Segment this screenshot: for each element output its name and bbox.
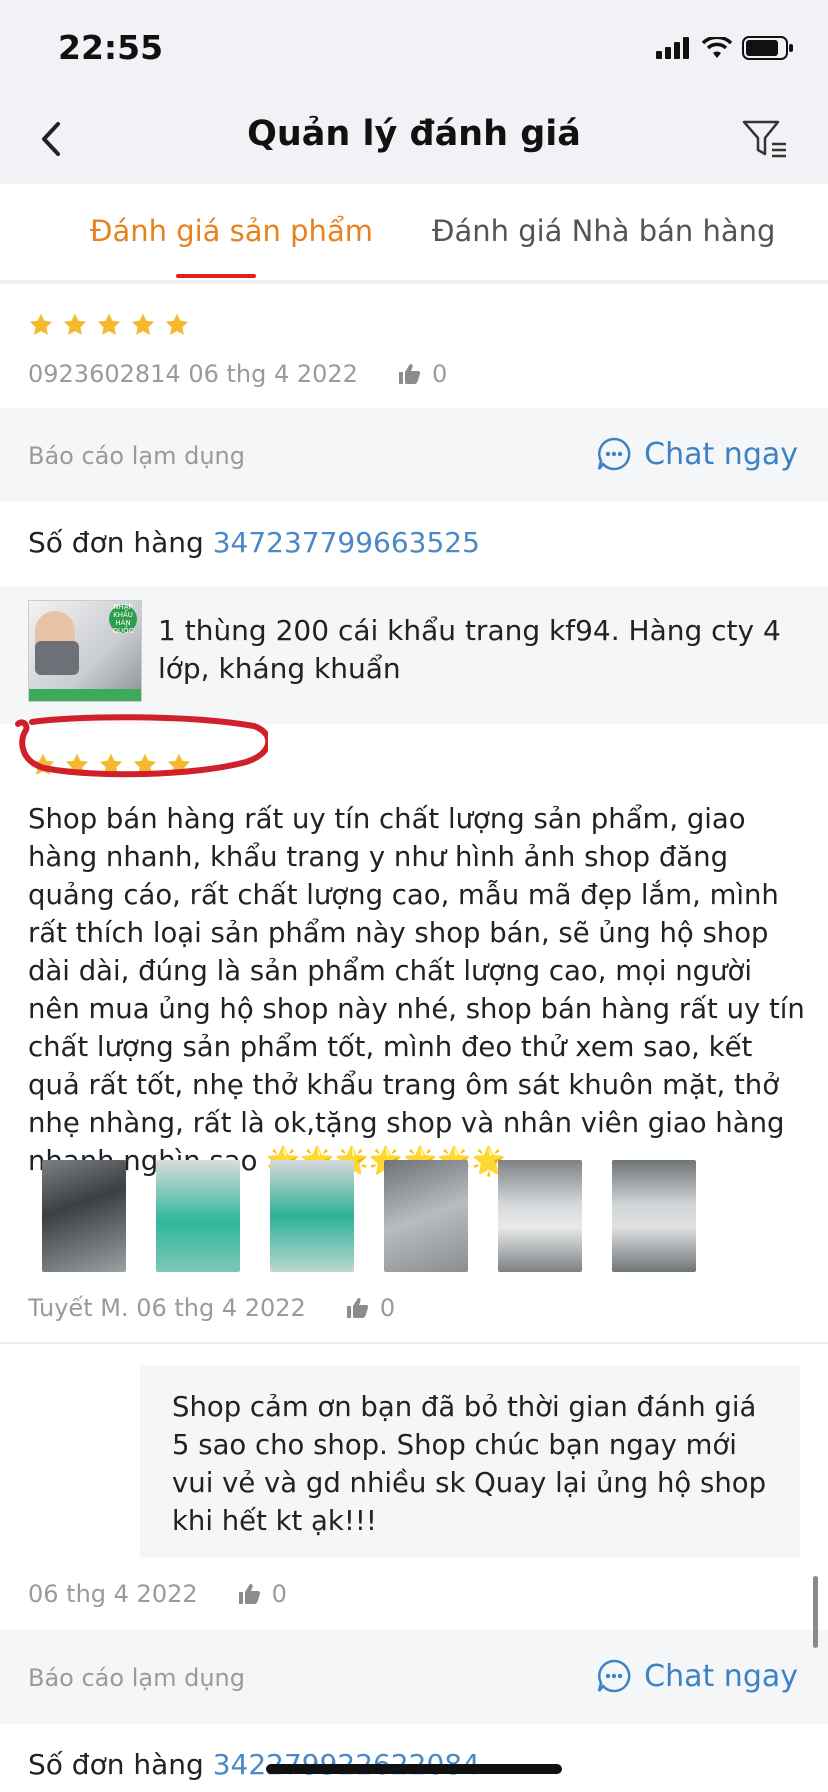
product-thumbnail: NHẬP KHẨU HÀN QUỐC [28,600,142,702]
report-abuse-link[interactable]: Báo cáo lạm dụng [28,442,245,470]
chat-now-button[interactable]: Chat ngay [596,436,798,472]
wifi-icon [702,37,732,58]
reply-date: 06 thg 4 2022 [28,1580,198,1608]
chat-bubble-icon [597,1659,631,1693]
active-tab-underline [176,274,256,278]
review-photo[interactable] [612,1160,696,1272]
report-abuse-link[interactable]: Báo cáo lạm dụng [28,1664,245,1692]
tab-seller-reviews[interactable]: Đánh giá Nhà bán hàng [432,214,775,248]
order-number-label: Số đơn hàng [28,526,204,559]
thumbs-up-icon [398,364,421,384]
thumbs-up-icon [346,1298,368,1318]
reply-like-count: 0 [271,1580,287,1608]
shop-reply-box: Shop cảm ơn bạn đã bỏ thời gian đánh giá… [140,1366,800,1558]
divider [0,1342,828,1344]
review1-author-date: 0923602814 06 thg 4 2022 [28,360,358,388]
chat-bubble-icon [597,437,631,471]
status-icons [656,36,794,60]
review2-like-button[interactable]: 0 [346,1294,395,1322]
review-photo[interactable] [498,1160,582,1272]
order-number-label: Số đơn hàng [28,1748,204,1781]
review-photo[interactable] [42,1160,126,1272]
review1-like-count: 0 [431,360,448,388]
chat-now-label: Chat ngay [644,1658,798,1694]
product-row[interactable]: NHẬP KHẨU HÀN QUỐC 1 thùng 200 cái khẩu … [0,586,828,724]
signal-icon [656,37,689,59]
star-icon [29,313,53,335]
star-icon [63,313,87,335]
scrollbar[interactable] [813,1576,818,1648]
tab-bar: Đánh giá sản phẩm Đánh giá Nhà bán hàng [0,184,828,284]
reply-meta: 06 thg 4 2022 0 [28,1580,287,1608]
star-icon [97,313,121,335]
star-icon [165,313,189,335]
review-photo[interactable] [384,1160,468,1272]
tab-product-reviews[interactable]: Đánh giá sản phẩm [90,214,373,248]
review2-like-count: 0 [379,1294,396,1322]
review1-meta: 0923602814 06 thg 4 2022 0 [28,360,447,388]
review2-text: Shop bán hàng rất uy tín chất lượng sản … [28,803,805,1177]
battery-icon [742,36,793,60]
review1-like-button[interactable]: 0 [398,360,447,388]
product-name: 1 thùng 200 cái khẩu trang kf94. Hàng ct… [158,614,781,685]
reply-like-button[interactable]: 0 [238,1580,287,1608]
order-number-link[interactable]: 347237799663525 [213,526,480,559]
status-time: 22:55 [58,28,164,67]
star-icon [131,313,155,335]
review-photo[interactable] [156,1160,240,1272]
chat-now-label: Chat ngay [644,436,798,472]
review1-stars [28,312,190,338]
review-photo[interactable] [270,1160,354,1272]
review2-photos [42,1160,696,1272]
filter-icon[interactable] [742,118,788,160]
order-number-row: Số đơn hàng 347237799663525 [28,526,480,559]
thumb-badge: NHẬP KHẨU HÀN QUỐC [109,603,137,635]
review2-meta: Tuyết M. 06 thg 4 2022 0 [28,1294,395,1322]
review2-author-date: Tuyết M. 06 thg 4 2022 [28,1294,306,1322]
chat-now-button[interactable]: Chat ngay [596,1658,798,1694]
thumbs-up-icon [238,1584,260,1604]
shop-reply-text: Shop cảm ơn bạn đã bỏ thời gian đánh giá… [172,1391,767,1537]
page-title: Quản lý đánh giá [247,114,581,154]
home-indicator[interactable] [266,1764,562,1774]
red-annotation-circle [15,714,268,778]
